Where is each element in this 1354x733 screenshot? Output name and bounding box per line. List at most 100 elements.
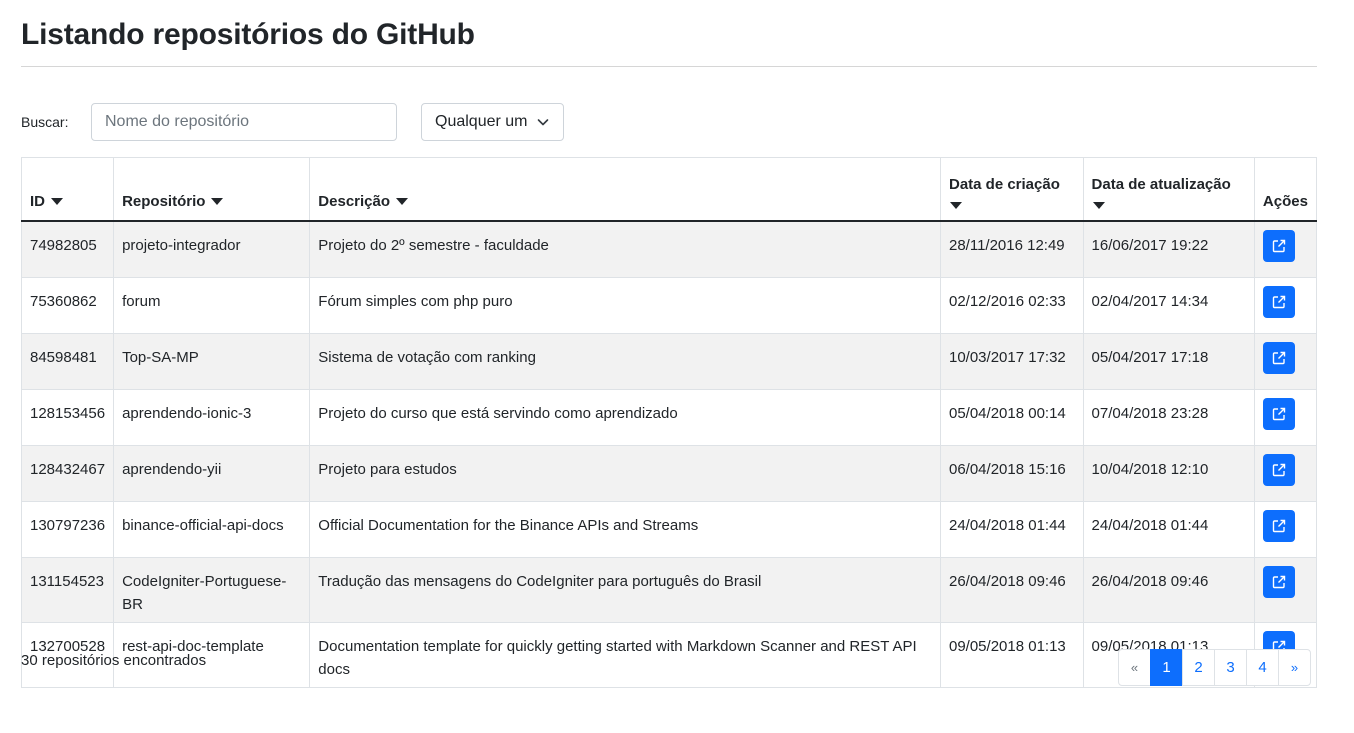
cell-description: Documentation template for quickly getti… [309, 621, 941, 688]
cell-description: Fórum simples com php puro [309, 276, 941, 334]
pagination-page[interactable]: 4 [1246, 649, 1279, 686]
search-label: Buscar: [21, 114, 69, 130]
external-link-icon [1272, 519, 1286, 532]
external-link-icon [1272, 239, 1286, 252]
cell-repository[interactable]: aprendendo-ionic-3 [113, 388, 311, 446]
cell-created: 24/04/2018 01:44 [939, 500, 1084, 558]
cell-repository[interactable]: aprendendo-yii [113, 444, 311, 502]
cell-created: 02/12/2016 02:33 [939, 276, 1084, 334]
cell-repository[interactable]: forum [113, 276, 311, 334]
caret-down-icon [396, 197, 409, 205]
page-title: Listando repositórios do GitHub [21, 18, 475, 51]
cell-description: Projeto para estudos [309, 444, 941, 502]
cell-updated: 16/06/2017 19:22 [1082, 220, 1255, 278]
cell-created: 09/05/2018 01:13 [939, 621, 1084, 688]
pagination-page[interactable]: 3 [1214, 649, 1247, 686]
search-input[interactable] [91, 103, 397, 141]
cell-repository[interactable]: projeto-integrador [113, 220, 311, 278]
cell-description: Sistema de votação com ranking [309, 332, 941, 390]
cell-actions [1253, 500, 1318, 558]
cell-repository[interactable]: binance-official-api-docs [113, 500, 311, 558]
pagination-page[interactable]: 1 [1150, 649, 1183, 686]
column-header-label: Ações [1262, 192, 1308, 210]
filter-bar: Buscar: Qualquer um [21, 103, 721, 141]
column-header-id[interactable]: ID [20, 157, 115, 222]
cell-id: 131154523 [20, 556, 115, 623]
open-repository-button[interactable] [1262, 229, 1295, 262]
table-row: 130797236 binance-official-api-docs Offici… [20, 500, 1318, 558]
open-repository-button[interactable] [1262, 453, 1295, 486]
cell-updated: 10/04/2018 12:10 [1082, 444, 1255, 502]
chevron-down-icon [537, 119, 549, 126]
pagination-prev[interactable]: « [1118, 649, 1151, 686]
cell-description: Official Documentation for the Binance A… [309, 500, 941, 558]
cell-actions [1253, 332, 1318, 390]
cell-description: Projeto do 2º semestre - faculdade [309, 220, 941, 278]
caret-down-icon [949, 201, 962, 209]
open-repository-button[interactable] [1262, 341, 1295, 374]
column-header-label: Descrição [318, 192, 391, 210]
caret-down-icon [51, 197, 63, 205]
cell-updated: 24/04/2018 01:44 [1082, 500, 1255, 558]
table-row: 128432467 aprendendo-yii Projeto para estu… [20, 444, 1318, 502]
cell-created: 26/04/2018 09:46 [939, 556, 1084, 623]
column-header-label: Data de atualização [1091, 175, 1231, 193]
cell-updated: 05/04/2017 17:18 [1082, 332, 1255, 390]
cell-actions [1253, 388, 1318, 446]
column-header-created[interactable]: Data de criação [939, 157, 1084, 222]
cell-updated: 26/04/2018 09:46 [1082, 556, 1255, 623]
cell-actions [1253, 556, 1318, 623]
open-repository-button[interactable] [1262, 285, 1295, 318]
cell-created: 10/03/2017 17:32 [939, 332, 1084, 390]
table-row: 128153456 aprendendo-ionic-3 Projeto do cu… [20, 388, 1318, 446]
column-header-actions: Ações [1253, 157, 1318, 222]
table-row: 74982805 projeto-integrador Projeto do 2º … [20, 220, 1318, 278]
cell-id: 128153456 [20, 388, 115, 446]
caret-down-icon [211, 197, 224, 205]
cell-updated: 07/04/2018 23:28 [1082, 388, 1255, 446]
cell-created: 06/04/2018 15:16 [939, 444, 1084, 502]
external-link-icon [1272, 295, 1286, 308]
pagination-next[interactable]: » [1278, 649, 1311, 686]
external-link-icon [1272, 351, 1286, 364]
column-header-description[interactable]: Descrição [309, 157, 941, 222]
cell-repository[interactable]: CodeIgniter-Portuguese-BR [113, 556, 311, 623]
table-row: 75360862 forum Fórum simples com php puro 0… [20, 276, 1318, 334]
cell-repository[interactable]: Top-SA-MP [113, 332, 311, 390]
cell-id: 84598481 [20, 332, 115, 390]
open-repository-button[interactable] [1262, 397, 1295, 430]
cell-actions [1253, 276, 1318, 334]
cell-id: 128432467 [20, 444, 115, 502]
cell-actions [1253, 444, 1318, 502]
external-link-icon [1272, 463, 1286, 476]
cell-actions [1253, 220, 1318, 278]
cell-description: Projeto do curso que está servindo como … [309, 388, 941, 446]
visibility-select-value: Qualquer um [435, 113, 528, 130]
open-repository-button[interactable] [1262, 565, 1295, 598]
results-count: 30 repositórios encontrados [21, 652, 207, 669]
external-link-icon [1272, 575, 1286, 588]
column-header-repository[interactable]: Repositório [113, 157, 311, 222]
cell-id: 130797236 [20, 500, 115, 558]
table-header-row: ID Repositório Descrição Data de criação… [20, 157, 1318, 222]
cell-description: Tradução das mensagens do CodeIgniter pa… [309, 556, 941, 623]
visibility-select[interactable]: Qualquer um [421, 103, 564, 141]
cell-id: 74982805 [20, 220, 115, 278]
external-link-icon [1272, 407, 1286, 420]
table-row: 84598481 Top-SA-MP Sistema de votação com … [20, 332, 1318, 390]
cell-created: 05/04/2018 00:14 [939, 388, 1084, 446]
cell-created: 28/11/2016 12:49 [939, 220, 1084, 278]
caret-down-icon [1092, 201, 1105, 209]
table-row: 131154523 CodeIgniter-Portuguese-BR Traduç… [20, 556, 1318, 623]
open-repository-button[interactable] [1262, 509, 1295, 542]
pagination: « 1 2 3 4 » [1118, 649, 1311, 686]
column-header-updated[interactable]: Data de atualização [1082, 157, 1255, 222]
title-divider [21, 66, 1317, 67]
cell-updated: 02/04/2017 14:34 [1082, 276, 1255, 334]
column-header-label: Data de criação [948, 175, 1060, 193]
table-body: 74982805 projeto-integrador Projeto do 2º … [20, 220, 1318, 688]
cell-id: 75360862 [20, 276, 115, 334]
repositories-table: ID Repositório Descrição Data de criação… [20, 157, 1318, 688]
pagination-page[interactable]: 2 [1182, 649, 1215, 686]
column-header-label: ID [30, 192, 45, 210]
